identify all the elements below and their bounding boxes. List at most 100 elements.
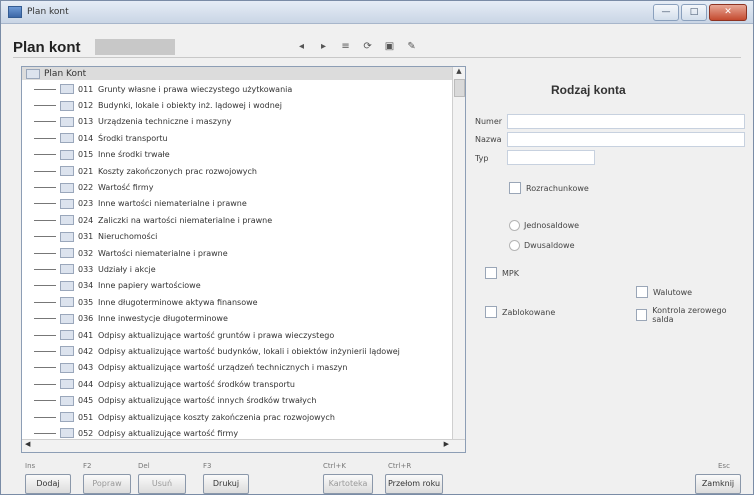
- account-name: Inne wartości niematerialne i prawne: [98, 199, 247, 209]
- tree-row[interactable]: 011 Grunty własne i prawa wieczystego uży…: [22, 81, 453, 97]
- drukuj-button[interactable]: Drukuj: [203, 474, 249, 494]
- tree-row[interactable]: 051 Odpisy aktualizujące koszty zakończen…: [22, 409, 453, 425]
- kartoteka-button[interactable]: Kartoteka: [323, 474, 373, 494]
- tree-row[interactable]: 034 Inne papiery wartościowe: [22, 278, 453, 294]
- close-button[interactable]: ✕: [709, 3, 747, 21]
- checkbox-box: [485, 306, 497, 318]
- folder-icon: [60, 313, 74, 324]
- jednosaldowe-radio[interactable]: Jednosaldowe: [509, 220, 579, 231]
- folder-icon: [60, 330, 74, 341]
- numer-label: Numer: [475, 117, 503, 126]
- tree-row[interactable]: 012 Budynki, lokale i obiekty inż. lądowe…: [22, 97, 453, 113]
- scroll-right-icon[interactable]: ▶: [444, 440, 449, 448]
- rozrachunkowe-checkbox[interactable]: Rozrachunkowe: [509, 182, 589, 194]
- tree-row[interactable]: 032 Wartości niematerialne i prawne: [22, 245, 453, 261]
- hint-ins: Ins: [25, 462, 36, 470]
- account-code: 012: [78, 101, 94, 111]
- tree-branch: [34, 383, 56, 385]
- mpk-checkbox[interactable]: MPK: [485, 267, 519, 279]
- zamknij-button[interactable]: Zamknij: [695, 474, 741, 494]
- hint-ctrlk: Ctrl+K: [323, 462, 346, 470]
- numer-input[interactable]: [507, 114, 745, 129]
- account-code: 013: [78, 117, 94, 127]
- list-icon[interactable]: ≡: [339, 40, 353, 54]
- account-code: 022: [78, 183, 94, 193]
- tree-row[interactable]: 035 Inne długoterminowe aktywa finansowe: [22, 294, 453, 310]
- account-tree[interactable]: Plan Kont 011 Grunty własne i prawa wiecz…: [21, 66, 466, 453]
- account-code: 011: [78, 84, 94, 94]
- refresh-icon[interactable]: ⟳: [361, 40, 375, 54]
- maximize-button[interactable]: □: [681, 3, 707, 21]
- account-name: Odpisy aktualizujące wartość gruntów i p…: [98, 330, 335, 340]
- zablokowane-checkbox[interactable]: Zablokowane: [485, 306, 555, 318]
- folder-icon: [60, 297, 74, 308]
- folder-icon: [60, 166, 74, 177]
- account-name: Odpisy aktualizujące wartość firmy: [98, 428, 239, 438]
- folder-icon: [60, 116, 74, 127]
- scroll-up-icon[interactable]: ▲: [453, 67, 465, 79]
- tree-row[interactable]: 031 Nieruchomości: [22, 229, 453, 245]
- folder-icon: [60, 280, 74, 291]
- account-name: Odpisy aktualizujące wartość innych środ…: [98, 396, 317, 406]
- walutowe-checkbox[interactable]: Walutowe: [636, 286, 692, 298]
- tree-row[interactable]: 013 Urządzenia techniczne i maszyny: [22, 114, 453, 130]
- przelom-roku-button[interactable]: Przełom roku: [385, 474, 443, 494]
- folder-icon: [60, 428, 74, 439]
- folder-icon: [60, 149, 74, 160]
- tree-branch: [34, 318, 56, 320]
- horizontal-scrollbar[interactable]: ◀ ▶: [22, 439, 465, 452]
- tree-row[interactable]: 044 Odpisy aktualizujące wartość środków …: [22, 376, 453, 392]
- folder-icon: [60, 395, 74, 406]
- account-code: 021: [78, 166, 94, 176]
- tree-branch: [34, 105, 56, 107]
- tree-row[interactable]: 022 Wartość firmy: [22, 179, 453, 195]
- tree-branch: [34, 203, 56, 205]
- account-name: Zaliczki na wartości niematerialne i pra…: [98, 215, 273, 225]
- window-controls: — □ ✕: [653, 3, 747, 21]
- account-code: 032: [78, 248, 94, 258]
- account-code: 024: [78, 215, 94, 225]
- tree-row[interactable]: 043 Odpisy aktualizujące wartość urządzeń…: [22, 360, 453, 376]
- account-name: Inne inwestycje długoterminowe: [98, 314, 228, 324]
- nazwa-input[interactable]: [507, 132, 745, 147]
- dodaj-button[interactable]: Dodaj: [25, 474, 71, 494]
- tree-row[interactable]: 023 Inne wartości niematerialne i prawne: [22, 196, 453, 212]
- account-code: 042: [78, 346, 94, 356]
- tree-row[interactable]: 045 Odpisy aktualizujące wartość innych ś…: [22, 392, 453, 408]
- folder-icon: [60, 84, 74, 95]
- typ-input[interactable]: [507, 150, 595, 165]
- next-icon[interactable]: ▸: [317, 40, 331, 54]
- checkbox-label: Walutowe: [653, 287, 693, 297]
- details-title: Rodzaj konta: [551, 83, 626, 97]
- tree-row[interactable]: 015 Inne środki trwałe: [22, 147, 453, 163]
- tree-rows: 011 Grunty własne i prawa wieczystego uży…: [22, 81, 453, 442]
- usun-button[interactable]: Usuń: [138, 474, 186, 494]
- account-code: 023: [78, 199, 94, 209]
- tree-branch: [34, 367, 56, 369]
- kontrola-zerowego-salda-checkbox[interactable]: Kontrola zerowego salda: [636, 306, 743, 324]
- hint-f2: F2: [83, 462, 92, 470]
- preview-icon[interactable]: ▣: [383, 40, 397, 54]
- dwusaldowe-radio[interactable]: Dwusaldowe: [509, 240, 575, 251]
- edit-icon[interactable]: ✎: [405, 40, 419, 54]
- tree-row[interactable]: 041 Odpisy aktualizujące wartość gruntów …: [22, 327, 453, 343]
- tree-row[interactable]: 024 Zaliczki na wartości niematerialne i …: [22, 212, 453, 228]
- folder-icon: [60, 182, 74, 193]
- minimize-button[interactable]: —: [653, 3, 679, 21]
- hint-esc: Esc: [718, 462, 730, 470]
- tree-row[interactable]: 021 Koszty zakończonych prac rozwojowych: [22, 163, 453, 179]
- tree-row[interactable]: 036 Inne inwestycje długoterminowe: [22, 310, 453, 326]
- vertical-scrollbar[interactable]: ▲: [452, 67, 465, 439]
- folder-icon: [60, 100, 74, 111]
- scroll-thumb[interactable]: [454, 79, 465, 97]
- tree-row[interactable]: 042 Odpisy aktualizujące wartość budynków…: [22, 343, 453, 359]
- tree-row[interactable]: 014 Środki transportu: [22, 130, 453, 146]
- popraw-button[interactable]: Popraw: [83, 474, 131, 494]
- tree-row[interactable]: 033 Udziały i akcje: [22, 261, 453, 277]
- tree-branch: [34, 252, 56, 254]
- tree-branch: [34, 350, 56, 352]
- scroll-left-icon[interactable]: ◀: [25, 440, 30, 448]
- account-code: 014: [78, 133, 94, 143]
- previous-icon[interactable]: ◂: [295, 40, 309, 54]
- tree-root[interactable]: Plan Kont: [22, 67, 465, 80]
